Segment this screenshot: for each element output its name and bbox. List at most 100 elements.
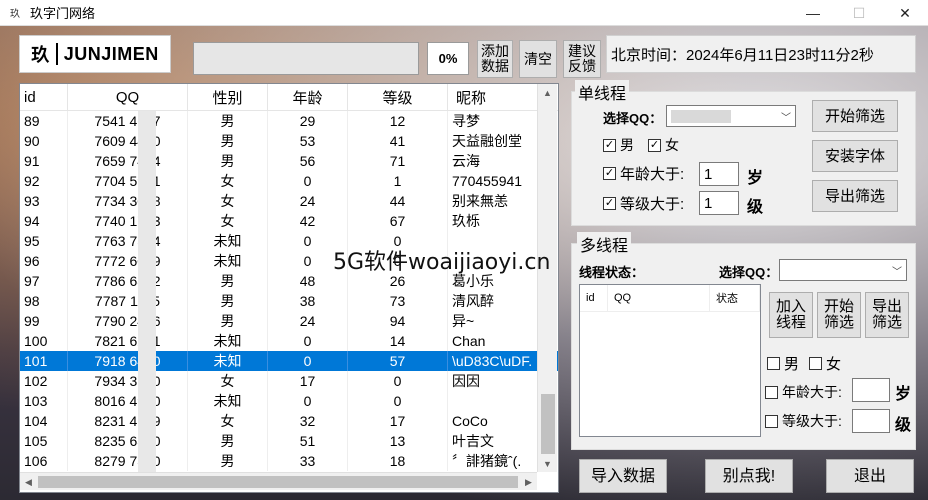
cell-age: 32 — [268, 411, 348, 431]
cell-id: 91 — [20, 151, 68, 171]
single-thread-title: 单线程 — [575, 80, 630, 104]
add-thread-button[interactable]: 加入 线程 — [769, 292, 813, 338]
cell-id: 104 — [20, 411, 68, 431]
col-nickname[interactable]: 昵称 — [448, 84, 542, 111]
table-horizontal-scrollbar[interactable]: ◀ ▶ — [20, 472, 537, 490]
cell-qq: 7821 6201 — [68, 331, 188, 351]
col-id[interactable]: id — [20, 84, 68, 111]
cell-sex: 女 — [188, 411, 268, 431]
cell-id: 101 — [20, 351, 68, 371]
table-row[interactable]: 89 7541 4617 男 29 12 寻梦 — [20, 111, 558, 131]
single-male-checkbox[interactable]: ✓ 男 — [603, 136, 634, 154]
single-age-checkbox[interactable]: ✓ 年龄大于: — [603, 163, 684, 183]
table-vertical-scrollbar[interactable]: ▲ ▼ — [537, 84, 557, 472]
qq-table[interactable]: id QQ 性别 年龄 等级 昵称 89 7541 4617 男 29 12 寻梦 90 7… — [19, 83, 559, 493]
multi-qq-select[interactable]: ﹀ — [779, 259, 907, 281]
exit-button[interactable]: 退出 — [826, 459, 914, 493]
progress-percent: 0% — [427, 42, 469, 75]
multi-male-checkbox[interactable]: 男 — [767, 354, 799, 373]
minimize-button[interactable]: — — [790, 0, 836, 26]
multi-export-filter-button[interactable]: 导出 筛选 — [865, 292, 909, 338]
cell-age: 24 — [268, 191, 348, 211]
thread-list[interactable]: id QQ 状态 — [579, 284, 761, 437]
multi-age-input[interactable] — [852, 378, 890, 402]
table-row[interactable]: 99 7790 2406 男 24 94 异~ — [20, 311, 558, 331]
age-gt-label: 年龄大于: — [620, 165, 685, 183]
single-level-checkbox[interactable]: ✓ 等级大于: — [603, 193, 684, 213]
scroll-left-icon[interactable]: ◀ — [20, 473, 37, 491]
dont-click-button[interactable]: 别点我! — [705, 459, 793, 493]
scroll-down-icon[interactable]: ▼ — [538, 455, 557, 472]
logo: 玖 JUNJIMEN — [19, 35, 171, 73]
thread-col-qq[interactable]: QQ — [608, 285, 710, 311]
cell-nickname — [448, 391, 542, 411]
cell-nickname: 寻梦 — [448, 111, 542, 131]
single-age-input[interactable]: 1 — [699, 162, 739, 186]
cell-sex: 男 — [188, 291, 268, 311]
multi-select-qq-label: 选择QQ： — [719, 264, 779, 280]
single-qq-select[interactable]: ﹀ — [666, 105, 796, 127]
cell-id: 99 — [20, 311, 68, 331]
table-row[interactable]: 102 7934 3710 女 17 0 因因 — [20, 371, 558, 391]
table-row[interactable]: 93 7734 3018 女 24 44 别来無恙 — [20, 191, 558, 211]
cell-qq: 7787 1135 — [68, 291, 188, 311]
clear-button[interactable]: 清空 — [519, 40, 557, 78]
cell-level: 73 — [348, 291, 448, 311]
export-filter-button[interactable]: 导出筛选 — [812, 180, 898, 212]
close-button[interactable]: ✕ — [882, 0, 928, 26]
table-row[interactable]: 101 7918 6400 未知 0 57 \uD83C\uDF. — [20, 351, 558, 371]
import-data-button[interactable]: 导入数据 — [579, 459, 667, 493]
cell-age: 42 — [268, 211, 348, 231]
col-age[interactable]: 年龄 — [268, 84, 348, 111]
single-level-input[interactable]: 1 — [699, 191, 739, 215]
col-qq[interactable]: QQ — [68, 84, 188, 111]
cell-id: 95 — [20, 231, 68, 251]
table-row[interactable]: 90 7609 4430 男 53 41 天益融创堂 — [20, 131, 558, 151]
multi-age-checkbox[interactable]: 年龄大于: — [765, 382, 842, 402]
table-row[interactable]: 104 8231 4159 女 32 17 CoCo — [20, 411, 558, 431]
cell-level: 17 — [348, 411, 448, 431]
level-gt-label: 等级大于: — [620, 195, 685, 213]
scroll-thumb[interactable] — [541, 394, 555, 454]
cell-qq: 7734 3018 — [68, 191, 188, 211]
checkbox-unchecked-icon — [765, 385, 778, 399]
multi-level-checkbox[interactable]: 等级大于: — [765, 411, 842, 431]
table-row[interactable]: 94 7740 1773 女 42 67 玖栎 — [20, 211, 558, 231]
multi-start-filter-button[interactable]: 开始 筛选 — [817, 292, 861, 338]
col-level[interactable]: 等级 — [348, 84, 448, 111]
thread-col-status[interactable]: 状态 — [710, 285, 760, 311]
scroll-right-icon[interactable]: ▶ — [520, 473, 537, 491]
cell-age: 24 — [268, 311, 348, 331]
cell-level: 94 — [348, 311, 448, 331]
install-font-button[interactable]: 安装字体 — [812, 140, 898, 172]
cell-age: 0 — [268, 351, 348, 371]
table-row[interactable]: 106 8279 7340 男 33 18 〞誹猪鏡ˆ(. — [20, 451, 558, 471]
table-row[interactable]: 100 7821 6201 未知 0 14 Chan — [20, 331, 558, 351]
multi-female-checkbox[interactable]: 女 — [809, 354, 841, 373]
table-row[interactable]: 91 7659 7484 男 56 71 云海 — [20, 151, 558, 171]
col-sex[interactable]: 性别 — [188, 84, 268, 111]
cell-nickname: Chan — [448, 331, 542, 351]
cell-age: 0 — [268, 391, 348, 411]
table-row[interactable]: 103 8016 4900 未知 0 0 — [20, 391, 558, 411]
cell-sex: 男 — [188, 271, 268, 291]
cell-sex: 未知 — [188, 391, 268, 411]
table-row[interactable]: 92 7704 5941 女 0 1 770455941 — [20, 171, 558, 191]
single-female-checkbox[interactable]: ✓ 女 — [648, 136, 679, 154]
hscroll-thumb[interactable] — [38, 476, 518, 488]
chevron-down-icon: ﹀ — [781, 113, 791, 124]
qq-redaction-mask — [671, 110, 731, 123]
thread-col-id[interactable]: id — [580, 285, 608, 311]
start-filter-button[interactable]: 开始筛选 — [812, 100, 898, 132]
table-row[interactable]: 98 7787 1135 男 38 73 清风醉 — [20, 291, 558, 311]
cell-id: 92 — [20, 171, 68, 191]
level-unit: 级 — [895, 417, 912, 434]
feedback-button[interactable]: 建议 反馈 — [563, 40, 601, 78]
add-data-button[interactable]: 添加 数据 — [477, 40, 513, 78]
cell-id: 102 — [20, 371, 68, 391]
level-gt-label: 等级大于: — [782, 413, 842, 429]
table-row[interactable]: 105 8235 6380 男 51 13 叶吉文 — [20, 431, 558, 451]
scroll-up-icon[interactable]: ▲ — [538, 84, 557, 101]
multi-level-input[interactable] — [852, 409, 890, 433]
checkbox-checked-icon: ✓ — [603, 196, 616, 210]
